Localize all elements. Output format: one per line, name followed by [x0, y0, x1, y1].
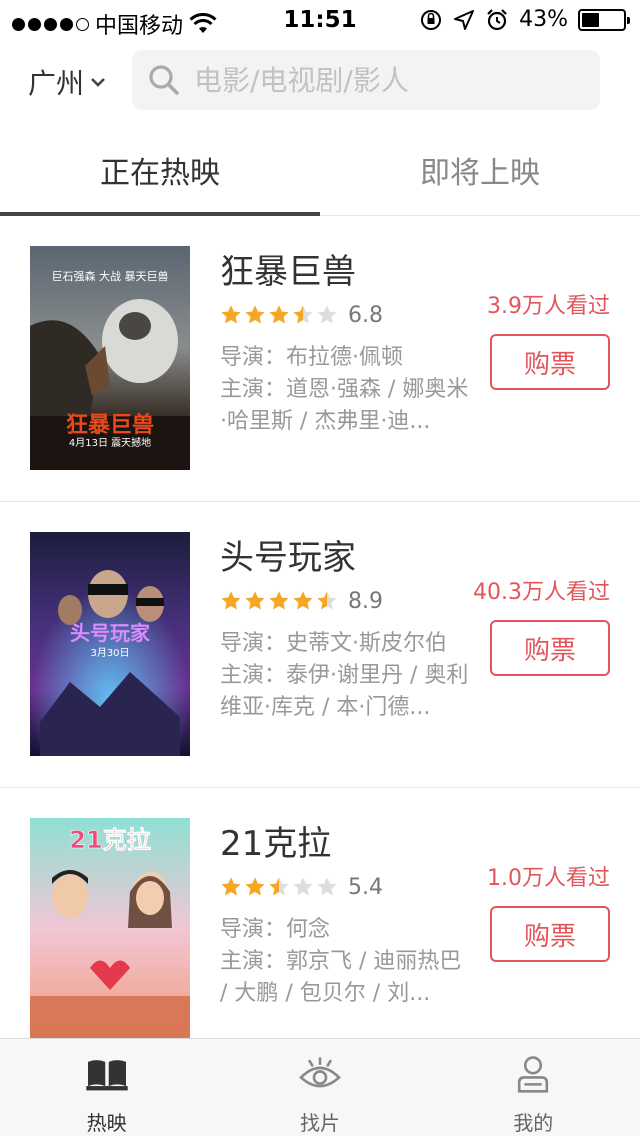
tab-now-showing[interactable]: 正在热映: [0, 148, 320, 192]
alarm-icon: [487, 8, 507, 30]
buy-ticket-button[interactable]: 购票: [490, 334, 610, 390]
director-line: 导演：布拉德·佩顿: [220, 342, 470, 374]
movie-rating: 6.8: [220, 300, 470, 330]
star-rating: [220, 590, 338, 612]
poster-image: 头号玩家 3月30日: [30, 532, 190, 756]
movie-info: 狂暴巨兽 6.8 导演：布拉德·佩顿 主演：道恩·强森 / 娜奥米·哈里斯 / …: [220, 244, 470, 438]
book-icon: [85, 1060, 128, 1091]
search-input[interactable]: [194, 63, 594, 97]
movie-info: 头号玩家 8.9 导演：史蒂文·斯皮尔伯 主演：泰伊·谢里丹 / 奥利维亚·库克…: [220, 530, 470, 724]
movie-item[interactable]: 头号玩家 3月30日 头号玩家 8.9 导演：史蒂文·斯皮尔伯 主演：泰伊·谢里…: [0, 502, 640, 788]
star-full-icon: [221, 305, 241, 324]
buy-ticket-button[interactable]: 购票: [490, 906, 610, 962]
star-half-icon: [269, 877, 289, 896]
poster-title: 狂暴巨兽: [66, 412, 154, 438]
movie-title[interactable]: 头号玩家: [220, 530, 470, 578]
star-full-icon: [269, 305, 289, 324]
cast-label: 主演：: [220, 949, 287, 974]
director-name: 史蒂文·斯皮尔伯: [286, 631, 448, 656]
poster-date: 3月30日: [90, 647, 129, 659]
star-empty-icon: [317, 877, 337, 896]
search-box[interactable]: [132, 50, 600, 110]
city-label: 广州: [28, 67, 85, 100]
rating-score: 8.9: [348, 588, 383, 614]
buy-ticket-button[interactable]: 购票: [490, 620, 610, 676]
tab-bar: 正在热映 即将上映: [0, 130, 640, 216]
poster-image: 巨石强森 大战 暴天巨兽 狂暴巨兽 4月13日 震天撼地: [30, 246, 190, 470]
nav-label: 热映: [86, 1111, 127, 1135]
battery-level: [582, 12, 600, 27]
nav-label: 我的: [513, 1111, 554, 1135]
tab-coming-soon[interactable]: 即将上映: [320, 148, 640, 192]
movie-rating: 8.9: [220, 586, 470, 616]
star-full-icon: [221, 591, 241, 610]
poster-title: 21克拉: [69, 826, 150, 854]
person-icon: [518, 1056, 549, 1093]
director-label: 导演：: [220, 917, 287, 942]
star-half-icon: [293, 305, 313, 324]
director-label: 导演：: [220, 345, 287, 370]
cast-line: 主演：郭京飞 / 迪丽热巴 / 大鹏 / 包贝尔 / 刘...: [220, 946, 470, 1010]
search-icon: [149, 65, 179, 95]
cast-line: 主演：泰伊·谢里丹 / 奥利维亚·库克 / 本·门德...: [220, 660, 470, 724]
poster-tagline: 巨石强森 大战 暴天巨兽: [52, 269, 169, 283]
cast-label: 主演：: [220, 663, 287, 688]
star-full-icon: [245, 877, 265, 896]
nav-label: 找片: [299, 1111, 340, 1135]
location-icon: [454, 9, 475, 30]
star-rating: [220, 876, 338, 898]
movie-poster-ready-player-one[interactable]: 头号玩家 3月30日: [30, 532, 190, 756]
watched-count: 1.0万人看过: [487, 866, 610, 891]
star-full-icon: [269, 591, 289, 610]
poster-date: 4月13日 震天撼地: [69, 436, 151, 449]
battery-percent: 43%: [519, 7, 568, 32]
movie-list: 巨石强森 大战 暴天巨兽 狂暴巨兽 4月13日 震天撼地 狂暴巨兽 6.8 导演…: [0, 216, 640, 1074]
star-full-icon: [245, 305, 265, 324]
rating-score: 5.4: [348, 874, 383, 900]
movie-poster-rampage[interactable]: 巨石强森 大战 暴天巨兽 狂暴巨兽 4月13日 震天撼地: [30, 246, 190, 470]
star-full-icon: [221, 877, 241, 896]
poster-title: 头号玩家: [70, 621, 151, 645]
movie-info: 21克拉 5.4 导演：何念 主演：郭京飞 / 迪丽热巴 / 大鹏 / 包贝尔 …: [220, 816, 470, 1010]
movie-rating: 5.4: [220, 872, 470, 902]
star-empty-icon: [317, 305, 337, 324]
poster-image: 21克拉: [30, 818, 190, 1042]
cast-label: 主演：: [220, 377, 287, 402]
movie-poster-21-karat[interactable]: 21克拉: [30, 818, 190, 1042]
status-bar: 中国移动 11:51 43%: [0, 0, 640, 40]
star-full-icon: [245, 591, 265, 610]
movie-title[interactable]: 狂暴巨兽: [220, 244, 470, 292]
director-name: 何念: [286, 917, 331, 942]
chevron-down-icon: [91, 78, 105, 87]
star-empty-icon: [293, 877, 313, 896]
city-selector[interactable]: 广州: [28, 62, 106, 102]
director-label: 导演：: [220, 631, 287, 656]
movie-item[interactable]: 巨石强森 大战 暴天巨兽 狂暴巨兽 4月13日 震天撼地 狂暴巨兽 6.8 导演…: [0, 216, 640, 502]
director-line: 导演：何念: [220, 914, 470, 946]
nav-item-discover[interactable]: 找片: [213, 1039, 426, 1136]
battery-icon: [578, 8, 630, 31]
director-line: 导演：史蒂文·斯皮尔伯: [220, 628, 470, 660]
nav-item-hot[interactable]: 热映: [0, 1039, 213, 1136]
status-right: 43%: [419, 7, 630, 32]
watched-count: 40.3万人看过: [473, 580, 610, 605]
star-rating: [220, 304, 338, 326]
cast-line: 主演：道恩·强森 / 娜奥米·哈里斯 / 杰弗里·迪...: [220, 374, 470, 438]
watched-count: 3.9万人看过: [487, 294, 610, 319]
star-half-icon: [317, 591, 337, 610]
orientation-lock-icon: [421, 9, 442, 30]
bottom-nav: 热映 找片 我的: [0, 1038, 640, 1136]
rating-score: 6.8: [348, 302, 383, 328]
eye-icon: [299, 1057, 341, 1088]
movie-title[interactable]: 21克拉: [220, 816, 470, 864]
movie-item[interactable]: 21克拉 21克拉 5.4 导演：何念 主演：郭京飞 / 迪丽热巴 / 大鹏 /…: [0, 788, 640, 1074]
star-full-icon: [293, 591, 313, 610]
nav-item-mine[interactable]: 我的: [427, 1039, 640, 1136]
header: 广州: [0, 48, 640, 112]
director-name: 布拉德·佩顿: [286, 345, 404, 370]
